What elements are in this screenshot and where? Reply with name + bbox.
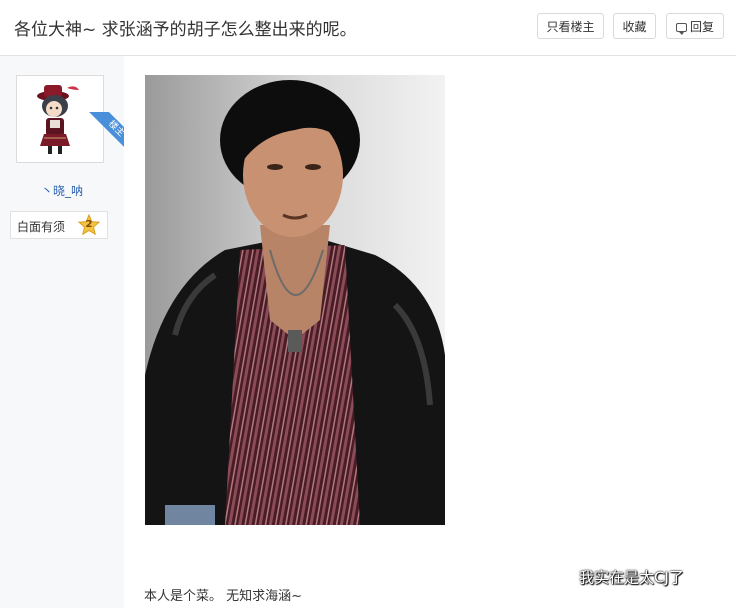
post-content: 本人是个菜。 无知求海涵~: [124, 56, 736, 608]
wechat-watermark: 我实在是太CJ了: [549, 566, 684, 590]
reply-button[interactable]: 回复: [666, 13, 724, 39]
op-badge: 楼主: [88, 112, 126, 152]
favorite-button[interactable]: 收藏: [613, 13, 656, 39]
author-sidebar: 楼主 丶晓_呐 白面有须 2: [0, 56, 126, 608]
wechat-icon: [549, 566, 575, 590]
post-body-text: 本人是个菜。 无知求海涵~: [144, 589, 303, 604]
op-corner: 楼主: [86, 112, 126, 152]
author-username[interactable]: 丶晓_呐: [0, 182, 124, 199]
level-title: 白面有须: [17, 220, 66, 234]
only-op-button[interactable]: 只看楼主: [537, 13, 604, 39]
thread-header: 各位大神~ 求张涵予的胡子怎么整出来的呢。 只看楼主 收藏 回复: [0, 0, 736, 56]
thread-title: 各位大神~ 求张涵予的胡子怎么整出来的呢。: [14, 20, 357, 40]
user-level[interactable]: 白面有须 2: [10, 211, 108, 239]
comment-icon: [675, 23, 687, 35]
level-number: 2: [85, 219, 93, 230]
watermark-text: 我实在是太CJ了: [579, 568, 684, 587]
reply-button-label: 回复: [689, 20, 714, 34]
post-photo[interactable]: [145, 75, 445, 525]
level-star-icon: 2: [77, 213, 101, 236]
